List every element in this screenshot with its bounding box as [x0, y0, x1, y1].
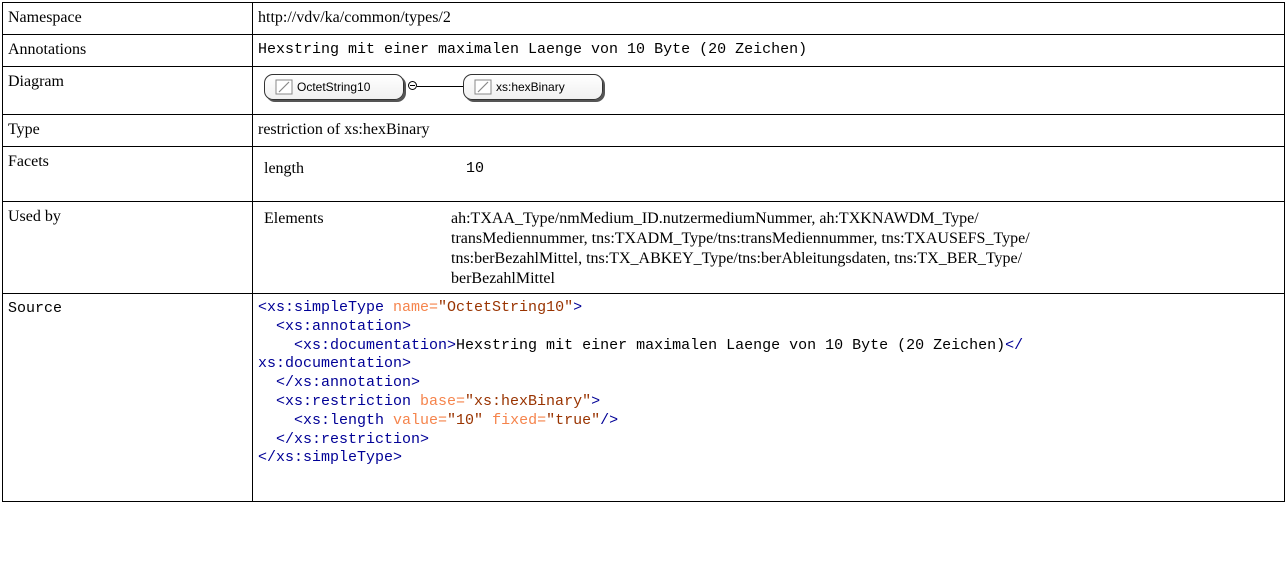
- type-row: Type restriction of xs:hexBinary: [2, 114, 1285, 147]
- diagram-node-hexbinary[interactable]: xs:hexBinary: [463, 74, 603, 100]
- annotations-row: Annotations Hexstring mit einer maximale…: [2, 34, 1285, 67]
- used-by-cell: Elements ah:TXAA_Type/nmMedium_ID.nutzer…: [252, 201, 1285, 294]
- diagram-row: Diagram OctetString10 xs:hexBinary: [2, 66, 1285, 115]
- source-code: <xs:simpleType name="OctetString10"> <xs…: [258, 299, 1024, 467]
- namespace-row: Namespace http://vdv/ka/common/types/2: [2, 2, 1285, 35]
- simple-type-icon: [275, 79, 293, 95]
- annotations-label: Annotations: [2, 34, 253, 67]
- facet-name: length: [264, 160, 304, 177]
- used-by-label: Used by: [2, 201, 253, 294]
- used-by-elements: ah:TXAA_Type/nmMedium_ID.nutzermediumNum…: [445, 207, 1279, 289]
- facets-table: length 10: [258, 152, 1279, 197]
- diagram-label: Diagram: [2, 66, 253, 115]
- used-by-table: Elements ah:TXAA_Type/nmMedium_ID.nutzer…: [258, 207, 1279, 289]
- source-label: Source: [2, 293, 253, 502]
- diagram-node-label: OctetString10: [297, 80, 371, 94]
- source-cell: <xs:simpleType name="OctetString10"> <xs…: [252, 293, 1285, 502]
- schema-doc-table: Namespace http://vdv/ka/common/types/2 A…: [2, 2, 1285, 502]
- facets-row: Facets length 10: [2, 146, 1285, 202]
- used-by-row: Used by Elements ah:TXAA_Type/nmMedium_I…: [2, 201, 1285, 294]
- type-diagram: OctetString10 xs:hexBinary: [258, 72, 1279, 102]
- diagram-node-label: xs:hexBinary: [496, 80, 565, 94]
- facet-value: 10: [466, 160, 485, 177]
- namespace-label: Namespace: [2, 2, 253, 35]
- used-by-line[interactable]: tns:berBezahlMittel, tns:TX_ABKEY_Type/t…: [451, 249, 1273, 269]
- used-by-line[interactable]: transMediennummer, tns:TXADM_Type/tns:tr…: [451, 229, 1273, 249]
- diagram-connector: [417, 86, 463, 87]
- diagram-cell: OctetString10 xs:hexBinary: [252, 66, 1285, 115]
- used-by-kind: Elements: [264, 210, 324, 227]
- namespace-value: http://vdv/ka/common/types/2: [252, 2, 1285, 35]
- diagram-node-octetstring10[interactable]: OctetString10: [264, 74, 404, 100]
- type-value: restriction of xs:hexBinary: [252, 114, 1285, 147]
- source-row: Source <xs:simpleType name="OctetString1…: [2, 293, 1285, 502]
- collapse-icon[interactable]: [408, 81, 417, 90]
- annotations-value: Hexstring mit einer maximalen Laenge von…: [252, 34, 1285, 67]
- simple-type-icon: [474, 79, 492, 95]
- used-by-line[interactable]: ah:TXAA_Type/nmMedium_ID.nutzermediumNum…: [451, 209, 1273, 229]
- used-by-line[interactable]: berBezahlMittel: [451, 269, 1273, 289]
- type-label: Type: [2, 114, 253, 147]
- facets-cell: length 10: [252, 146, 1285, 202]
- facets-label: Facets: [2, 146, 253, 202]
